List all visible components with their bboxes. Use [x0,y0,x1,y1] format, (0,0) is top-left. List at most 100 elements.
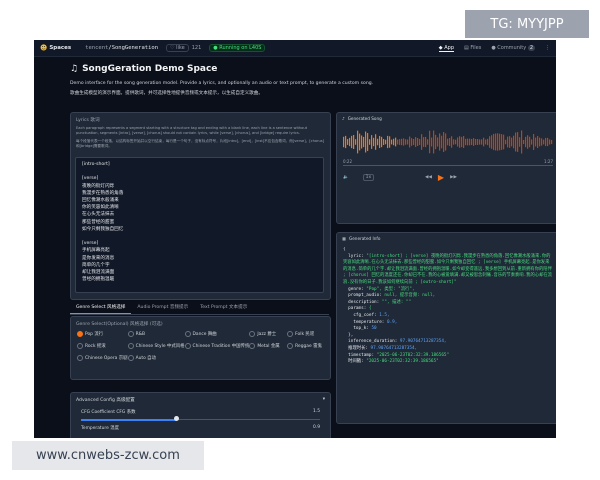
tab-app[interactable]: ◆ App [438,45,454,52]
radio-icon[interactable] [249,331,256,337]
radio-icon[interactable] [77,331,83,337]
waveform-bar [453,139,455,145]
tab-community[interactable]: ● Community 2 [491,45,535,51]
radio-icon[interactable] [77,355,83,361]
waveform-bar [415,137,417,147]
radio-icon[interactable] [184,343,191,349]
info-value: "Pop", 类型: "流行", [366,286,415,292]
tab-text-prompt[interactable]: Text Prompt 文本提示 [194,302,253,314]
waveform-bar [371,135,373,149]
genre-options: Pop 流行 R&B Dance 舞曲 Jazz 爵士 Folk 民谣 Rock 摇滚 Ch… [77,331,325,361]
info-key: prompt_audio: [343,293,385,299]
generated-song-header: ♪ Generated Song [337,113,556,124]
genre-option[interactable]: Reggae 雷鬼 [287,343,325,349]
volume-icon[interactable]: 🔈 [343,175,349,180]
genre-option[interactable]: Chinese Opera 京剧 [77,355,128,361]
waveform-bar [505,139,507,145]
waveform-bar [439,133,441,151]
collapse-icon[interactable]: ▾ [323,397,325,403]
genre-option[interactable]: Folk 民谣 [287,331,325,337]
more-options-icon[interactable]: ⋮ [545,45,550,51]
waveform-bar [463,135,465,149]
generated-info-header: ▦ Generated Info [337,233,556,244]
waveform-bar [359,133,361,151]
genre-option[interactable]: Auto 自动 [127,355,185,361]
waveform-bar [395,137,397,147]
genre-option[interactable]: Chinese Tradition 中国传统 [184,343,249,349]
waveform-bar [365,131,367,153]
radio-icon[interactable] [184,331,191,337]
cfg-slider[interactable] [81,415,320,423]
genre-option[interactable]: Pop 流行 [77,331,128,337]
rewind-icon[interactable]: ◀◀ [425,175,432,180]
generated-song-label: Generated Song [347,116,382,121]
info-value: 97.90764713287354, [370,345,418,351]
waveform-bar [405,139,407,145]
info-line: description: "", 描述: "" [343,300,553,307]
waveform-bar [451,136,453,148]
info-line: { [343,247,553,254]
radio-icon[interactable] [77,343,83,349]
tab-audio-prompt[interactable]: Audio Prompt 音频提示 [131,302,194,314]
fast-forward-icon[interactable]: ▶▶ [450,175,457,180]
waveform[interactable] [343,127,553,157]
play-icon[interactable]: ▶ [438,173,444,182]
info-line: prompt_audio: null, 提示音频: null, [343,293,553,300]
waveform-bar [527,135,529,149]
info-value: "2025-06-23T02:32:39.186565" [366,359,439,365]
repo-org[interactable]: tencent [85,45,108,51]
like-button[interactable]: ♡ like [166,44,189,52]
waveform-bar [361,135,363,149]
info-key: { [343,247,346,252]
waveform-bar [477,139,479,145]
waveform-bar [547,137,549,147]
temperature-value[interactable]: 0.9 [313,425,320,431]
genre-option[interactable]: Metal 金属 [249,343,287,349]
waveform-bar [475,139,477,145]
spaces-brand[interactable]: Spaces [49,45,71,51]
advanced-config-header[interactable]: Advanced Config 高级配置 ▾ [71,393,330,407]
cfg-slider-thumb[interactable] [174,416,180,421]
genre-option[interactable]: R&B [127,331,185,337]
genre-option[interactable]: Chinese Style 中式风格 [127,343,185,349]
waveform-bar [417,137,419,147]
repo-path[interactable]: tencent/SongGeneration [85,45,158,51]
time-readout: 0:22 1:27 [343,159,553,164]
waveform-bar [367,133,369,151]
generated-song-panel: ♪ Generated Song 0:22 1:27 🔈 1x ◀◀ ▶ ▶▶ [336,112,556,224]
radio-icon[interactable] [249,343,256,349]
description-zh: 歌曲生成模型的演示界面。提供歌词，并可选择性地提供音频或文本提示，以生成自定义歌… [70,91,263,96]
lyrics-textarea[interactable]: [intro-short] [verse] 夜晚的街灯闪烁 我漫步在熟悉的角落 … [75,157,324,293]
genre-option[interactable]: Dance 舞曲 [184,331,250,337]
audio-progress-track[interactable] [343,165,553,166]
waveform-bar [377,138,379,146]
tab-genre-select[interactable]: Genre Select 风格选择 [70,302,132,314]
genre-option[interactable]: Jazz 爵士 [249,331,287,337]
waveform-bar [385,139,387,145]
info-key: description: [343,299,382,305]
waveform-bar [349,137,351,147]
radio-icon[interactable] [287,343,294,349]
tab-community-label: Community [497,45,527,51]
genre-option-label: Auto 自动 [135,356,156,361]
playback-speed-button[interactable]: 1x [362,173,375,181]
info-line: top_k: 50 [343,326,553,333]
page-title: ♫ SongGeration Demo Space [70,64,530,74]
genre-option-label: Metal 金属 [257,344,280,349]
radio-icon[interactable] [127,331,134,337]
audio-controls: 🔈 1x ◀◀ ▶ ▶▶ [343,171,553,183]
waveform-bar [445,133,447,151]
genre-option[interactable]: Rock 摇滚 [77,343,128,349]
repo-name[interactable]: SongGeneration [112,45,158,51]
tab-files[interactable]: ▤ Files [464,45,481,51]
radio-icon[interactable] [287,331,294,337]
waveform-bar [503,134,505,150]
advanced-config-panel: Advanced Config 高级配置 ▾ CFG Coefficient CF… [70,392,331,438]
waveform-bar [397,139,399,145]
waveform-bar [343,136,345,148]
info-line: params: { [343,306,553,313]
waveform-bar [387,135,389,149]
waveform-bar [429,130,431,154]
radio-icon[interactable] [127,355,134,361]
radio-icon[interactable] [127,343,134,349]
